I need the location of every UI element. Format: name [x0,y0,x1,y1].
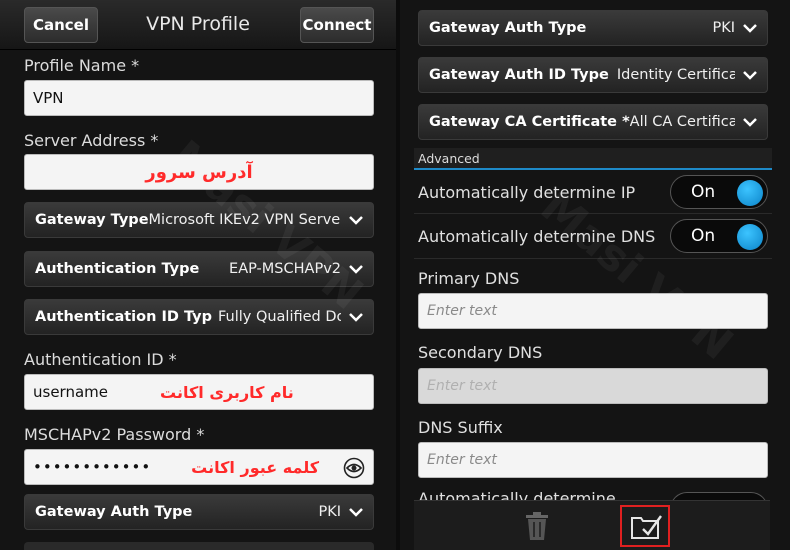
dns-suffix-label: DNS Suffix [418,418,503,437]
gateway-auth-type-value: PKI [318,504,341,520]
server-address-label: Server Address * [24,131,159,150]
authentication-type-label: Authentication Type [35,261,200,277]
authentication-id-type-value: Fully Qualified Domain [217,309,341,325]
gateway-ca-certificate-label: Gateway CA Certificate * [429,114,630,130]
divider [414,258,772,259]
trash-icon[interactable] [524,511,550,541]
advanced-section-header: Advanced [414,148,772,170]
auto-dns-toggle[interactable]: On [670,219,768,253]
profile-name-input[interactable]: VPN [24,80,374,116]
divider [414,213,772,214]
gateway-auth-type-dropdown[interactable]: Gateway Auth Type PKI [24,494,374,530]
authentication-id-input[interactable]: username نام کاربری اکانت [24,374,374,410]
save-button[interactable] [620,505,670,547]
dns-suffix-placeholder: Enter text [427,452,497,468]
action-bar [414,500,770,550]
vpn-profile-form-left: Cancel VPN Profile Connect Profile Name … [0,0,396,550]
chevron-down-icon [743,71,757,80]
gateway-auth-id-type-dropdown[interactable]: Gateway Auth ID Type Identity Certificat… [418,57,768,93]
gateway-ca-certificate-value: All CA Certificates [629,114,735,130]
chevron-down-icon [349,216,363,225]
auto-dns-state: On [691,226,716,246]
server-address-annotation: آدرس سرور [145,161,253,183]
authentication-id-label: Authentication ID * [24,350,177,369]
gateway-auth-type-dropdown-right[interactable]: Gateway Auth Type PKI [418,10,768,46]
chevron-down-icon [743,24,757,33]
gateway-auth-type-label: Gateway Auth Type [429,20,587,36]
secondary-dns-placeholder: Enter text [427,378,497,394]
gateway-ca-certificate-dropdown[interactable]: Gateway CA Certificate * All CA Certific… [418,104,768,140]
profile-name-label: Profile Name * [24,56,140,75]
auto-ip-label: Automatically determine IP [418,183,636,202]
gateway-auth-id-type-label: Gateway Auth ID Type [429,67,609,83]
server-address-input[interactable]: آدرس سرور [24,154,374,190]
auto-ip-toggle[interactable]: On [670,175,768,209]
password-input[interactable]: •••••••••••• کلمه عبور اکانت [24,449,374,485]
connect-button[interactable]: Connect [300,7,374,43]
gateway-type-dropdown[interactable]: Gateway Type Microsoft IKEv2 VPN Server [24,202,374,238]
eye-icon[interactable] [343,457,365,479]
chevron-down-icon [349,265,363,274]
gateway-auth-id-type-value: Identity Certificate Dis [616,67,735,83]
primary-dns-placeholder: Enter text [427,303,497,319]
chevron-down-icon [743,118,757,127]
secondary-dns-label: Secondary DNS [418,343,543,362]
page-title: VPN Profile [146,13,250,35]
authentication-id-annotation: نام کاربری اکانت [160,382,294,402]
authentication-type-value: EAP-MSCHAPv2 [229,261,341,277]
authentication-id-type-dropdown[interactable]: Authentication ID Typ Fully Qualified Do… [24,299,374,335]
toggle-knob [737,180,763,206]
primary-dns-label: Primary DNS [418,269,520,288]
profile-name-value: VPN [33,89,64,107]
gateway-auth-type-label: Gateway Auth Type [35,504,193,520]
secondary-dns-input[interactable]: Enter text [418,368,768,404]
chevron-down-icon [349,313,363,322]
auto-dns-label: Automatically determine DNS [418,227,656,246]
password-label: MSCHAPv2 Password * [24,425,205,444]
dns-suffix-input[interactable]: Enter text [418,442,768,478]
authentication-type-dropdown[interactable]: Authentication Type EAP-MSCHAPv2 [24,251,374,287]
authentication-id-value: username [33,383,108,401]
authentication-id-type-label: Authentication ID Typ [35,309,212,325]
toggle-knob [737,224,763,250]
password-annotation: کلمه عبور اکانت [191,457,320,477]
next-dropdown-partial [24,542,374,550]
chevron-down-icon [349,508,363,517]
primary-dns-input[interactable]: Enter text [418,293,768,329]
gateway-type-label: Gateway Type [35,212,149,228]
cancel-button[interactable]: Cancel [24,7,98,43]
gateway-auth-type-value: PKI [712,20,735,36]
password-value: •••••••••••• [33,458,152,476]
watermark: Masi VPN [530,181,743,370]
gateway-type-value: Microsoft IKEv2 VPN Server [148,212,341,228]
auto-ip-state: On [691,182,716,202]
save-folder-check-icon [631,515,662,539]
vpn-profile-form-right: Gateway Auth Type PKI Gateway Auth ID Ty… [400,0,790,550]
